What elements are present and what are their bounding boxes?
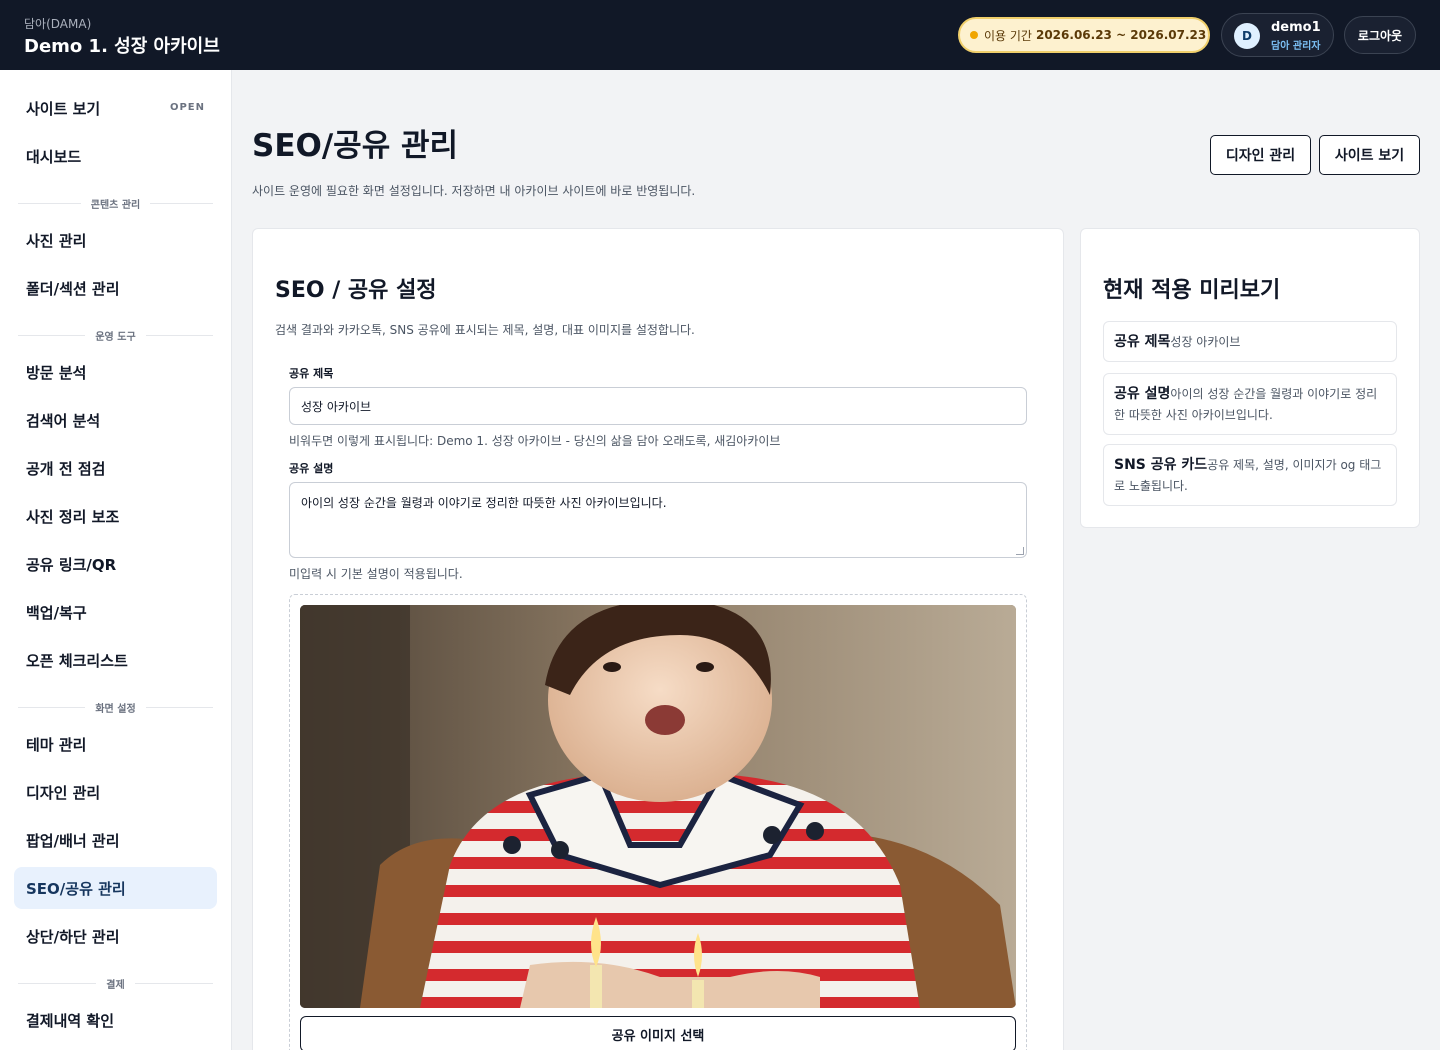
sidebar-item-label: 사이트 보기 xyxy=(26,99,101,118)
preview-value: 성장 아카이브 xyxy=(1170,335,1241,349)
preview-key: SNS 공유 카드 xyxy=(1114,457,1208,473)
section-label: 콘텐츠 관리 xyxy=(90,199,141,211)
sidebar-item-billing[interactable]: 결제내역 확인 xyxy=(14,999,217,1041)
preview-key: 공유 제목 xyxy=(1114,334,1171,350)
card-title: 현재 적용 미리보기 xyxy=(1103,278,1281,303)
user-name: demo1 xyxy=(1271,20,1321,35)
sidebar-item-search-terms[interactable]: 검색어 분석 xyxy=(14,399,217,441)
share-image-preview xyxy=(300,605,1016,1008)
share-title-input[interactable]: 성장 아카이브 xyxy=(289,387,1027,425)
card-description: 검색 결과와 카카오톡, SNS 공유에 표시되는 제목, 설명, 대표 이미지… xyxy=(275,323,695,337)
sidebar-item-backup[interactable]: 백업/복구 xyxy=(14,591,217,633)
brand-subtitle: 담아(DAMA) xyxy=(24,17,92,31)
site-view-button[interactable]: 사이트 보기 xyxy=(1319,135,1420,175)
sidebar-item-open-checklist[interactable]: 오픈 체크리스트 xyxy=(14,639,217,681)
sidebar-item-theme[interactable]: 테마 관리 xyxy=(14,723,217,765)
share-title-hint: 비워두면 이렇게 표시됩니다: Demo 1. 성장 아카이브 - 당신의 삶을… xyxy=(289,434,781,448)
top-bar: 담아(DAMA) Demo 1. 성장 아카이브 이용 기간 2026.06.2… xyxy=(0,0,1440,70)
sidebar-item-prelaunch[interactable]: 공개 전 점검 xyxy=(14,447,217,489)
sidebar-section-payment: 결제 xyxy=(18,976,213,991)
design-manage-button[interactable]: 디자인 관리 xyxy=(1210,135,1311,175)
section-label: 결제 xyxy=(106,979,125,991)
sidebar-section-content: 콘텐츠 관리 xyxy=(18,196,214,211)
user-menu[interactable]: D demo1 담아 관리자 xyxy=(1221,13,1334,57)
subscription-period-badge: 이용 기간 2026.06.23 ~ 2026.07.23 xyxy=(958,17,1210,53)
period-dates: 2026.06.23 ~ 2026.07.23 xyxy=(1035,28,1207,42)
open-badge: OPEN xyxy=(169,102,205,113)
sidebar-item-header-footer[interactable]: 상단/하단 관리 xyxy=(14,915,217,957)
preview-key: 공유 설명 xyxy=(1114,386,1171,402)
user-role: 담아 관리자 xyxy=(1271,41,1321,52)
sidebar-section-display: 화면 설정 xyxy=(18,700,214,715)
avatar: D xyxy=(1234,23,1260,49)
share-description-label: 공유 설명 xyxy=(289,462,334,475)
preview-sns-card: SNS 공유 카드공유 제목, 설명, 이미지가 og 태그로 노출됩니다. xyxy=(1103,444,1397,506)
page-description: 사이트 운영에 필요한 화면 설정입니다. 저장하면 내 아카이브 사이트에 바… xyxy=(252,184,696,198)
period-label: 이용 기간 xyxy=(984,28,1032,43)
section-label: 운영 도구 xyxy=(95,331,136,343)
card-title: SEO / 공유 설정 xyxy=(275,278,437,303)
share-description-value: 아이의 성장 순간을 월령과 이야기로 정리한 따뜻한 사진 아카이브입니다. xyxy=(301,496,667,510)
current-preview-card: 현재 적용 미리보기 공유 제목성장 아카이브 공유 설명아이의 성장 순간을 … xyxy=(1080,228,1420,528)
resize-handle-icon[interactable] xyxy=(1016,547,1024,555)
sidebar-item-photos[interactable]: 사진 관리 xyxy=(14,219,217,261)
sidebar: 사이트 보기 OPEN 대시보드 콘텐츠 관리 사진 관리 폴더/섹션 관리 운… xyxy=(0,70,232,1050)
share-description-textarea[interactable]: 아이의 성장 순간을 월령과 이야기로 정리한 따뜻한 사진 아카이브입니다. xyxy=(289,482,1027,558)
logout-button[interactable]: 로그아웃 xyxy=(1344,16,1416,54)
sidebar-item-popup[interactable]: 팝업/배너 관리 xyxy=(14,819,217,861)
select-share-image-button[interactable]: 공유 이미지 선택 xyxy=(300,1016,1016,1050)
status-dot-icon xyxy=(970,31,978,39)
sidebar-item-site-view[interactable]: 사이트 보기 OPEN xyxy=(14,87,217,129)
sidebar-item-photo-helper[interactable]: 사진 정리 보조 xyxy=(14,495,217,537)
section-label: 화면 설정 xyxy=(95,703,136,715)
preview-share-description: 공유 설명아이의 성장 순간을 월령과 이야기로 정리한 따뜻한 사진 아카이브… xyxy=(1103,373,1397,435)
sidebar-item-dashboard[interactable]: 대시보드 xyxy=(14,135,217,177)
sidebar-item-design[interactable]: 디자인 관리 xyxy=(14,771,217,813)
sidebar-item-share-link[interactable]: 공유 링크/QR xyxy=(14,543,217,585)
share-description-hint: 미입력 시 기본 설명이 적용됩니다. xyxy=(289,567,463,581)
sidebar-item-seo[interactable]: SEO/공유 관리 xyxy=(14,867,217,909)
share-title-label: 공유 제목 xyxy=(289,367,334,380)
preview-share-title: 공유 제목성장 아카이브 xyxy=(1103,321,1397,362)
sidebar-section-tools: 운영 도구 xyxy=(18,328,214,343)
page-title: SEO/공유 관리 xyxy=(252,128,459,164)
sidebar-item-visits[interactable]: 방문 분석 xyxy=(14,351,217,393)
share-image-dropzone[interactable]: 공유 이미지 선택 xyxy=(289,594,1027,1050)
sidebar-item-folders[interactable]: 폴더/섹션 관리 xyxy=(14,267,217,309)
seo-settings-card: SEO / 공유 설정 검색 결과와 카카오톡, SNS 공유에 표시되는 제목… xyxy=(252,228,1064,1050)
brand-title[interactable]: Demo 1. 성장 아카이브 xyxy=(24,32,220,58)
